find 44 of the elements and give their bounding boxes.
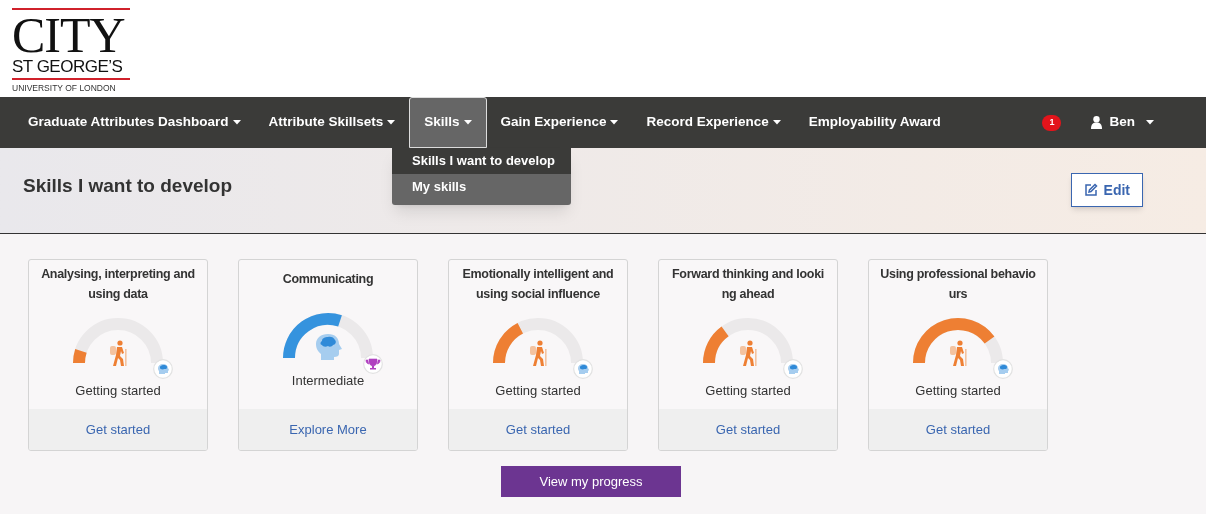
- logo-title: CITY: [12, 13, 126, 57]
- trophy-badge-icon: [363, 354, 383, 374]
- skill-level-label: Getting started: [915, 382, 1001, 400]
- card-title: Forward thinking and looki ng ahead: [672, 266, 824, 303]
- card-title: Using professional behavio urs: [880, 266, 1036, 303]
- notification-badge[interactable]: 1: [1042, 114, 1062, 131]
- skill-level-label: Intermediate: [291, 372, 365, 390]
- nav-menu-item[interactable]: Employability Award: [794, 97, 955, 148]
- nav-menu-item[interactable]: Gain Experience: [486, 97, 633, 148]
- card-link[interactable]: Get started: [659, 409, 837, 450]
- caret-icon: [1146, 120, 1154, 125]
- head-badge-icon: [573, 359, 593, 379]
- hiker-icon: [529, 340, 549, 366]
- dropdown-item[interactable]: My skills: [392, 174, 572, 200]
- user-icon: [1091, 116, 1103, 129]
- card-link[interactable]: Get started: [869, 409, 1047, 450]
- logo-tagline: UNIVERSITY OF LONDON: [12, 82, 117, 95]
- nav-menu-item[interactable]: Record Experience: [632, 97, 795, 148]
- card-title: Communicating: [282, 271, 374, 288]
- hiker-icon: [949, 340, 969, 366]
- card-title: Emotionally intelligent and using social influence: [462, 266, 614, 303]
- page-title: Skills I want to develop: [23, 174, 233, 198]
- nav-menu-item[interactable]: Skills: [409, 97, 487, 148]
- card-link[interactable]: Explore More: [239, 409, 417, 450]
- head-icon: [314, 332, 342, 360]
- hiker-icon: [109, 340, 129, 366]
- hiker-icon: [739, 340, 759, 366]
- edit-icon: [1083, 183, 1098, 197]
- skill-level-label: Getting started: [495, 382, 581, 400]
- head-badge-icon: [153, 359, 173, 379]
- nav-menu-item[interactable]: Graduate Attributes Dashboard: [14, 97, 255, 148]
- card-link[interactable]: Get started: [449, 409, 627, 450]
- logo-subtitle: ST GEORGE’S: [12, 57, 130, 80]
- skill-level-label: Getting started: [705, 382, 791, 400]
- head-badge-icon: [993, 359, 1013, 379]
- nav-menu-item[interactable]: Attribute Skillsets: [254, 97, 410, 148]
- user-menu[interactable]: Ben: [1091, 112, 1154, 133]
- head-badge-icon: [783, 359, 803, 379]
- skill-level-label: Getting started: [75, 382, 161, 400]
- card-link[interactable]: Get started: [29, 409, 207, 450]
- view-progress-button[interactable]: View my progress: [501, 466, 681, 497]
- edit-button[interactable]: Edit: [1070, 173, 1143, 207]
- card-title: Analysing, interpreting and using data: [41, 266, 195, 303]
- dropdown-item[interactable]: Skills I want to develop: [392, 148, 572, 174]
